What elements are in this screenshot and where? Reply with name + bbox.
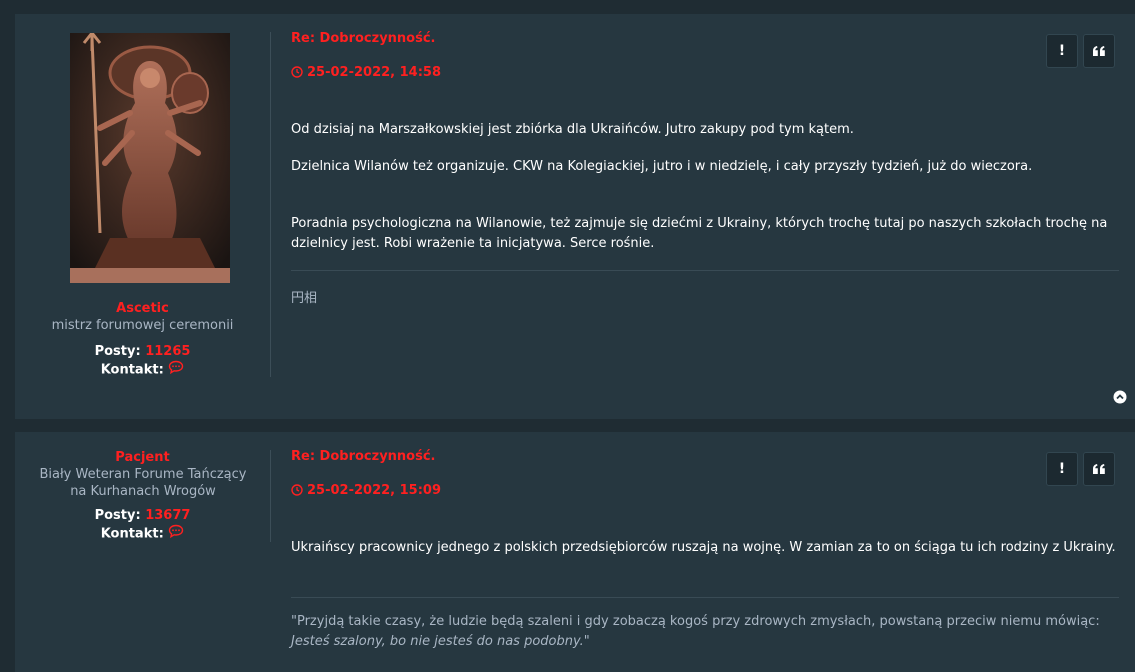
post-content: Od dzisiaj na Marszałkowskiej jest zbiór… <box>291 120 1116 254</box>
signature-quote: "Przyjdą takie czasy, że ludzie będą sza… <box>291 612 1121 652</box>
post-count-value[interactable]: 11265 <box>145 344 190 359</box>
contact-label: Kontakt: <box>100 362 164 378</box>
post-count-label: Posty: <box>94 508 141 523</box>
chat-icon[interactable] <box>168 360 184 380</box>
signature-divider <box>291 270 1119 271</box>
post-count-value[interactable]: 13677 <box>145 508 190 523</box>
post-date-text: 25-02-2022, 14:58 <box>307 65 441 80</box>
contact: Kontakt: <box>15 524 270 544</box>
signature: 円相 <box>291 291 318 306</box>
post-date: 25-02-2022, 14:58 <box>291 65 441 80</box>
post-content: Ukraińscy pracownicy jednego z polskich … <box>291 538 1121 558</box>
quote-icon <box>1093 464 1105 474</box>
post-date-text: 25-02-2022, 15:09 <box>307 483 441 498</box>
signature-quote-emphasis: Jesteś szalony, bo nie jesteś do nas pod… <box>291 634 584 649</box>
chat-icon[interactable] <box>168 524 184 544</box>
post-title[interactable]: Re: Dobroczynność. <box>291 449 436 464</box>
post-paragraph: Poradnia psychologiczna na Wilanowie, te… <box>291 216 1108 251</box>
report-icon: ! <box>1058 461 1066 477</box>
signature-quote-end: " <box>583 634 590 649</box>
report-icon: ! <box>1058 43 1066 59</box>
post: Pacjent Biały Weteran Forume Tańczący na… <box>15 432 1135 672</box>
post-count: Posty: 11265 <box>15 343 270 361</box>
clock-icon <box>291 66 303 78</box>
post-paragraph: Dzielnica Wilanów też organizuje. CKW na… <box>291 159 1033 174</box>
quote-button[interactable] <box>1083 34 1115 68</box>
post-count-label: Posty: <box>94 344 141 359</box>
profile-divider <box>270 450 271 542</box>
signature-divider <box>291 597 1119 598</box>
user-rank: Biały Weteran Forume Tańczący na Kurhana… <box>39 467 247 499</box>
contact-label: Kontakt: <box>100 526 164 542</box>
quote-button[interactable] <box>1083 452 1115 486</box>
post-title[interactable]: Re: Dobroczynność. <box>291 31 436 46</box>
post-profile: Ascetic mistrz forumowej ceremonii Posty… <box>15 14 270 414</box>
report-button[interactable]: ! <box>1046 452 1078 486</box>
post: Ascetic mistrz forumowej ceremonii Posty… <box>15 14 1135 419</box>
signature-quote-line: "Przyjdą takie czasy, że ludzie będą sza… <box>291 614 1100 629</box>
report-button[interactable]: ! <box>1046 34 1078 68</box>
post-body: Re: Dobroczynność. 25-02-2022, 15:09 Ukr… <box>291 432 1119 662</box>
user-rank: mistrz forumowej ceremonii <box>51 318 234 333</box>
post-paragraph: Ukraińscy pracownicy jednego z polskich … <box>291 540 1116 555</box>
post-profile: Pacjent Biały Weteran Forume Tańczący na… <box>15 432 270 662</box>
post-body: Re: Dobroczynność. 25-02-2022, 14:58 Od … <box>291 14 1119 414</box>
username[interactable]: Pacjent <box>15 450 270 465</box>
contact: Kontakt: <box>15 360 270 380</box>
post-date: 25-02-2022, 15:09 <box>291 483 441 498</box>
username[interactable]: Ascetic <box>15 301 270 316</box>
avatar-image <box>70 33 230 283</box>
back-to-top-icon[interactable] <box>1113 389 1127 404</box>
post-count: Posty: 13677 <box>15 507 270 525</box>
signature-quote-line: Jesteś szalony, bo nie jesteś do nas pod… <box>291 632 1121 652</box>
clock-icon <box>291 484 303 496</box>
quote-icon <box>1093 46 1105 56</box>
post-paragraph: Od dzisiaj na Marszałkowskiej jest zbiór… <box>291 122 854 137</box>
avatar[interactable] <box>70 33 230 283</box>
profile-divider <box>270 32 271 377</box>
